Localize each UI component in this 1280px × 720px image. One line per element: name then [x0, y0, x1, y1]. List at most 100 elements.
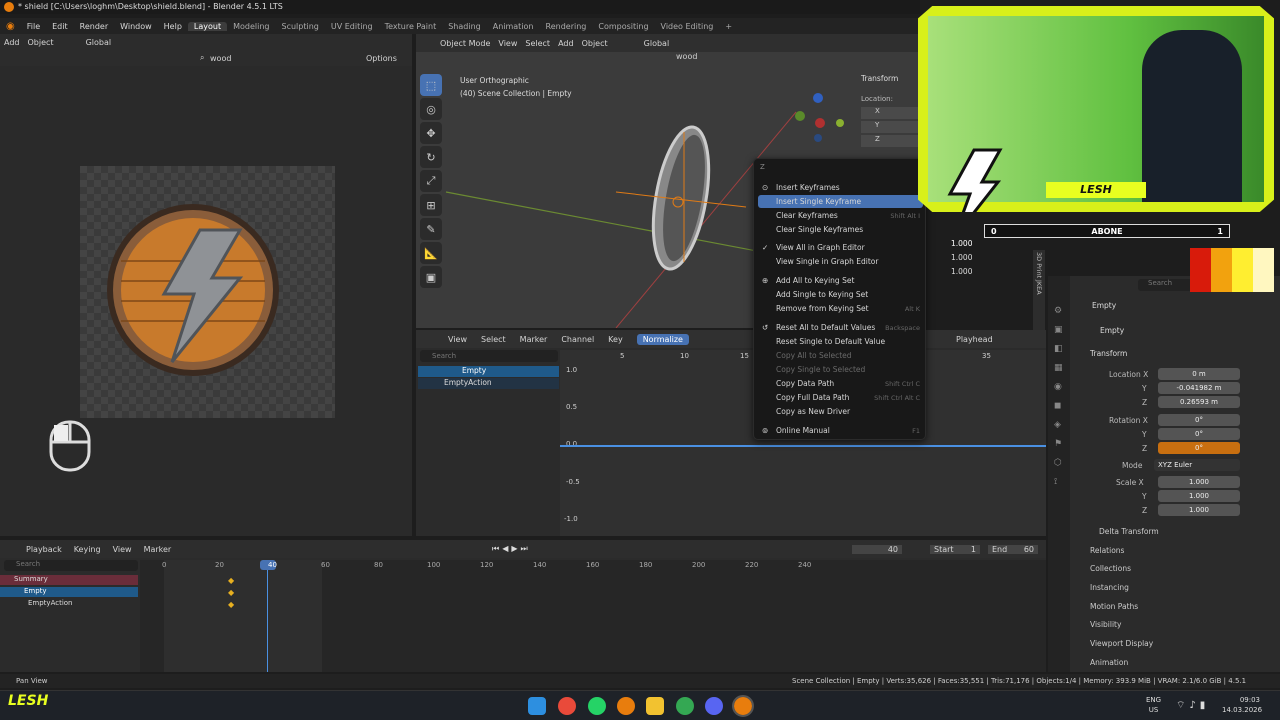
context-menu-item[interactable]: Insert Single Keyframe — [776, 197, 861, 206]
graph-marker-menu[interactable]: Marker — [520, 335, 548, 344]
tab-shading[interactable]: Shading — [442, 22, 487, 31]
rotation-x-field[interactable]: 0° — [1158, 414, 1240, 426]
keyframe-icon[interactable]: ◆ — [228, 600, 234, 609]
playback-menu[interactable]: Playback — [26, 545, 62, 554]
tab-modeling[interactable]: Modeling — [227, 22, 275, 31]
image-search-input[interactable]: wood — [210, 54, 231, 63]
keyframe-icon[interactable]: ◆ — [228, 576, 234, 585]
transform-panel-header[interactable]: Transform — [1090, 349, 1127, 358]
input-language[interactable]: ENG US — [1146, 695, 1161, 715]
graph-key-menu[interactable]: Key — [608, 335, 623, 344]
clock[interactable]: 09:03 14.03.2026 — [1222, 695, 1262, 715]
object-menu[interactable]: Object — [28, 38, 54, 47]
timeline-view-menu[interactable]: View — [113, 545, 132, 554]
orientation-dropdown[interactable]: Global — [644, 39, 670, 48]
dopesheet-area[interactable]: ◆ ◆ ◆ — [140, 560, 1046, 672]
context-menu-item[interactable]: Add Single to Keying Set — [776, 290, 868, 299]
timeline-marker-menu[interactable]: Marker — [144, 545, 172, 554]
rotation-y-field[interactable]: 0° — [1158, 428, 1240, 440]
scale-y-field[interactable]: 1.000 — [1158, 490, 1240, 502]
object-data-name[interactable]: Empty — [1100, 326, 1124, 335]
tab-3d-print[interactable]: 3D Print — [1035, 252, 1043, 278]
add-workspace-icon[interactable]: + — [719, 22, 738, 31]
menu-edit[interactable]: Edit — [46, 22, 74, 31]
tab-uv-editing[interactable]: UV Editing — [325, 22, 379, 31]
scale-x-field[interactable]: 1.000 — [1158, 476, 1240, 488]
graph-view-menu[interactable]: View — [448, 335, 467, 344]
delta-transform-panel[interactable]: Delta Transform — [1099, 527, 1159, 536]
rotation-mode-dropdown[interactable]: XYZ Euler — [1154, 459, 1240, 471]
loc-z-field[interactable]: Z — [861, 135, 921, 147]
empty-row[interactable]: Empty — [0, 587, 138, 597]
blender-active-icon[interactable] — [732, 695, 754, 717]
tab-jkea[interactable]: JKEA — [1035, 280, 1043, 295]
relations-panel[interactable]: Relations — [1090, 546, 1124, 555]
whatsapp-icon[interactable] — [588, 697, 606, 715]
loc-x-field[interactable]: X — [861, 107, 921, 119]
channel-search-input[interactable]: Search — [420, 350, 558, 362]
summary-row[interactable]: Summary — [0, 575, 138, 585]
location-y-field[interactable]: -0.041982 m — [1158, 382, 1240, 394]
timeline-search-input[interactable]: Search — [4, 560, 138, 571]
channel-empty[interactable]: Empty — [418, 366, 559, 377]
object-menu[interactable]: Object — [582, 39, 608, 48]
add-menu[interactable]: Add — [4, 38, 20, 47]
motion-paths-panel[interactable]: Motion Paths — [1090, 602, 1138, 611]
context-menu-item[interactable]: Reset Single to Default Value — [776, 337, 885, 346]
loc-y-field[interactable]: Y — [861, 121, 921, 133]
rotation-z-field[interactable]: 0° — [1158, 442, 1240, 454]
graph-channel-menu[interactable]: Channel — [561, 335, 594, 344]
graph-select-menu[interactable]: Select — [481, 335, 506, 344]
scale-z-field[interactable]: 1.000 — [1158, 504, 1240, 516]
options-dropdown[interactable]: Options — [366, 54, 397, 63]
context-menu-item[interactable]: Clear Keyframes — [776, 211, 838, 220]
normalize-toggle[interactable]: Normalize — [636, 333, 689, 345]
tab-video-editing[interactable]: Video Editing — [655, 22, 720, 31]
context-menu-item[interactable]: Remove from Keying Set — [776, 304, 869, 313]
blender-menu-icon[interactable]: ◉ — [0, 21, 21, 32]
keying-menu[interactable]: Keying — [74, 545, 101, 554]
start-menu-icon[interactable] — [528, 697, 546, 715]
tab-animation[interactable]: Animation — [487, 22, 540, 31]
action-row[interactable]: EmptyAction — [0, 599, 138, 609]
global-dropdown[interactable]: Global — [86, 38, 112, 47]
context-menu-item[interactable]: Clear Single Keyframes — [776, 225, 863, 234]
chrome-alt-icon[interactable] — [676, 697, 694, 715]
menu-window[interactable]: Window — [114, 22, 158, 31]
context-menu-item[interactable]: View Single in Graph Editor — [776, 257, 878, 266]
chrome-icon[interactable] — [558, 697, 576, 715]
context-menu-item[interactable]: Copy Data Path — [776, 379, 834, 388]
start-field[interactable]: Start 1 — [930, 544, 980, 554]
tab-texture-paint[interactable]: Texture Paint — [379, 22, 443, 31]
file-explorer-icon[interactable] — [646, 697, 664, 715]
tab-compositing[interactable]: Compositing — [592, 22, 654, 31]
image-canvas[interactable] — [80, 166, 335, 418]
current-frame-field[interactable]: 40 — [852, 544, 902, 554]
context-menu-item[interactable]: Reset All to Default Values — [776, 323, 875, 332]
tab-layout[interactable]: Layout — [187, 21, 228, 31]
property-tab-icons[interactable]: ⚙ ▣ ◧ ▦ ◉ ◼ ◈ ⚑ ⬡ ⟟ — [1054, 302, 1070, 492]
channel-action[interactable]: EmptyAction — [418, 378, 559, 389]
playhead-line[interactable] — [267, 560, 268, 672]
menu-help[interactable]: Help — [158, 22, 188, 31]
playhead-dropdown[interactable]: Playhead — [956, 335, 993, 344]
blender-taskbar-icon[interactable] — [617, 697, 635, 715]
n-scale-y[interactable]: 1.000 — [951, 253, 972, 262]
location-z-field[interactable]: 0.26593 m — [1158, 396, 1240, 408]
n-scale-z[interactable]: 1.000 — [951, 267, 972, 276]
collections-panel[interactable]: Collections — [1090, 564, 1131, 573]
context-menu-item[interactable]: Add All to Keying Set — [776, 276, 854, 285]
f-curve[interactable] — [560, 445, 1046, 447]
menu-render[interactable]: Render — [74, 22, 114, 31]
context-menu-item[interactable]: Copy as New Driver — [776, 407, 850, 416]
select-menu[interactable]: Select — [525, 39, 550, 48]
system-tray-icons[interactable]: ⌔♪▮ — [1176, 699, 1209, 712]
viewport-display-panel[interactable]: Viewport Display — [1090, 639, 1153, 648]
tab-rendering[interactable]: Rendering — [540, 22, 593, 31]
location-x-field[interactable]: 0 m — [1158, 368, 1240, 380]
playback-controls-icon[interactable]: ⏮◀▶⏭ — [492, 544, 531, 554]
tab-sculpting[interactable]: Sculpting — [276, 22, 325, 31]
add-menu[interactable]: Add — [558, 39, 574, 48]
context-menu-item[interactable]: View All in Graph Editor — [776, 243, 865, 252]
instancing-panel[interactable]: Instancing — [1090, 583, 1129, 592]
